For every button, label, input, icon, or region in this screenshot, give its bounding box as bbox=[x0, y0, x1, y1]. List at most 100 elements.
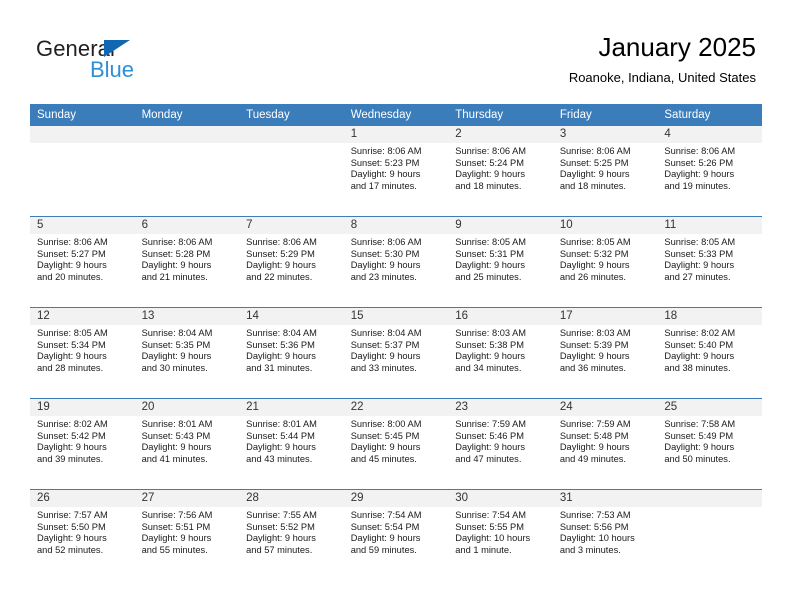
day-cell-content: 12 Sunrise: 8:05 AM Sunset: 5:34 PM Dayligh… bbox=[30, 308, 135, 398]
calendar-day-cell[interactable]: 17 Sunrise: 8:03 AM Sunset: 5:39 PM Dayligh… bbox=[552, 307, 658, 399]
sun-info-line: Daylight: 9 hours bbox=[664, 260, 735, 271]
sun-info-line: Sunset: 5:30 PM bbox=[350, 248, 420, 259]
calendar-day-cell[interactable]: 23 Sunrise: 7:59 AM Sunset: 5:46 PM Dayligh… bbox=[448, 398, 553, 490]
sun-info: Sunrise: 8:04 AM Sunset: 5:36 PM Daylight:… bbox=[239, 325, 344, 374]
calendar-empty-cell bbox=[30, 126, 135, 217]
day-number: 11 bbox=[657, 217, 762, 234]
calendar-day-cell[interactable]: 3 Sunrise: 8:06 AM Sunset: 5:25 PM Daylight… bbox=[552, 126, 658, 217]
sun-info-line: Sunset: 5:34 PM bbox=[37, 339, 106, 350]
calendar-day-cell[interactable]: 15 Sunrise: 8:04 AM Sunset: 5:37 PM Dayligh… bbox=[343, 307, 449, 399]
day-number: 18 bbox=[657, 308, 762, 325]
day-number bbox=[239, 126, 344, 143]
day-cell-content: 25 Sunrise: 7:58 AM Sunset: 5:49 PM Dayligh… bbox=[657, 399, 762, 489]
sun-info-line: Sunrise: 8:06 AM bbox=[350, 237, 422, 247]
calendar-day-cell[interactable]: 27 Sunrise: 7:56 AM Sunset: 5:51 PM Dayligh… bbox=[134, 489, 240, 580]
day-number: 3 bbox=[552, 126, 658, 143]
calendar-day-cell[interactable]: 11 Sunrise: 8:05 AM Sunset: 5:33 PM Dayligh… bbox=[657, 216, 762, 308]
calendar-day-cell[interactable]: 4 Sunrise: 8:06 AM Sunset: 5:26 PM Daylight… bbox=[657, 126, 762, 217]
calendar-day-cell[interactable]: 7 Sunrise: 8:06 AM Sunset: 5:29 PM Daylight… bbox=[239, 216, 344, 308]
calendar-day-cell[interactable]: 18 Sunrise: 8:02 AM Sunset: 5:40 PM Dayligh… bbox=[657, 307, 762, 399]
calendar-week-row: 12 Sunrise: 8:05 AM Sunset: 5:34 PM Dayligh… bbox=[30, 307, 762, 399]
sun-info-line: Daylight: 9 hours bbox=[455, 169, 526, 180]
calendar-day-cell[interactable]: 24 Sunrise: 7:59 AM Sunset: 5:48 PM Dayligh… bbox=[552, 398, 658, 490]
general-blue-logo[interactable]: General Blue bbox=[36, 36, 256, 92]
calendar-day-cell[interactable]: 19 Sunrise: 8:02 AM Sunset: 5:42 PM Dayligh… bbox=[30, 398, 135, 490]
sun-info: Sunrise: 8:03 AM Sunset: 5:39 PM Daylight:… bbox=[553, 325, 658, 374]
day-cell-content: 23 Sunrise: 7:59 AM Sunset: 5:46 PM Dayligh… bbox=[448, 399, 553, 489]
calendar-day-cell[interactable]: 29 Sunrise: 7:54 AM Sunset: 5:54 PM Dayligh… bbox=[343, 489, 449, 580]
calendar-day-cell[interactable]: 30 Sunrise: 7:54 AM Sunset: 5:55 PM Dayligh… bbox=[448, 489, 553, 580]
sun-info-line: Sunset: 5:26 PM bbox=[664, 157, 734, 168]
calendar-day-cell[interactable]: 6 Sunrise: 8:06 AM Sunset: 5:28 PM Daylight… bbox=[134, 216, 240, 308]
day-number: 5 bbox=[30, 217, 135, 234]
sun-info: Sunrise: 8:04 AM Sunset: 5:37 PM Daylight:… bbox=[344, 325, 449, 374]
calendar-day-cell[interactable]: 16 Sunrise: 8:03 AM Sunset: 5:38 PM Dayligh… bbox=[448, 307, 553, 399]
day-cell-content bbox=[239, 126, 344, 216]
day-number: 12 bbox=[30, 308, 135, 325]
calendar-day-cell[interactable]: 14 Sunrise: 8:04 AM Sunset: 5:36 PM Dayligh… bbox=[239, 307, 344, 399]
sun-info-line: Daylight: 9 hours bbox=[664, 351, 735, 362]
calendar-day-cell[interactable]: 21 Sunrise: 8:01 AM Sunset: 5:44 PM Dayligh… bbox=[239, 398, 344, 490]
day-cell-content: 10 Sunrise: 8:05 AM Sunset: 5:32 PM Dayligh… bbox=[552, 217, 658, 307]
sun-info-line: Daylight: 9 hours bbox=[246, 260, 316, 271]
weekday-header: Sunday Monday Tuesday Wednesday Thursday Frid… bbox=[30, 104, 762, 126]
sun-info-line: Daylight: 9 hours bbox=[350, 351, 421, 362]
calendar-day-cell[interactable]: 5 Sunrise: 8:06 AM Sunset: 5:27 PM Daylight… bbox=[30, 216, 135, 308]
sun-info-line: Sunset: 5:39 PM bbox=[559, 339, 629, 350]
sun-info-line: Sunrise: 8:06 AM bbox=[246, 237, 317, 247]
sun-info: Sunrise: 7:58 AM Sunset: 5:49 PM Daylight:… bbox=[657, 416, 762, 465]
sun-info-line: and 45 minutes. bbox=[350, 453, 417, 464]
sun-info-line: and 18 minutes. bbox=[455, 180, 522, 191]
calendar-day-cell[interactable]: 9 Sunrise: 8:05 AM Sunset: 5:31 PM Daylight… bbox=[448, 216, 553, 308]
day-number: 20 bbox=[134, 399, 240, 416]
calendar-day-cell[interactable]: 13 Sunrise: 8:04 AM Sunset: 5:35 PM Dayligh… bbox=[134, 307, 240, 399]
page-title: January 2025 bbox=[598, 32, 756, 62]
sun-info-line: Sunset: 5:54 PM bbox=[350, 521, 420, 532]
day-number: 31 bbox=[552, 490, 658, 507]
sun-info-line: Sunset: 5:24 PM bbox=[455, 157, 524, 168]
day-cell-content: 9 Sunrise: 8:05 AM Sunset: 5:31 PM Daylight… bbox=[448, 217, 553, 307]
day-number: 17 bbox=[552, 308, 658, 325]
day-number: 15 bbox=[343, 308, 449, 325]
calendar-day-cell[interactable]: 2 Sunrise: 8:06 AM Sunset: 5:24 PM Daylight… bbox=[448, 126, 553, 217]
calendar-day-cell[interactable]: 1 Sunrise: 8:06 AM Sunset: 5:23 PM Daylight… bbox=[343, 126, 449, 217]
calendar-day-cell[interactable]: 31 Sunrise: 7:53 AM Sunset: 5:56 PM Dayligh… bbox=[552, 489, 658, 580]
sun-info-line: Daylight: 9 hours bbox=[37, 442, 107, 453]
sun-info: Sunrise: 7:54 AM Sunset: 5:54 PM Daylight:… bbox=[344, 507, 449, 556]
sun-info-line: Sunset: 5:51 PM bbox=[141, 521, 211, 532]
sun-info-line: Sunrise: 8:04 AM bbox=[141, 328, 213, 338]
sun-info-line: Sunrise: 8:06 AM bbox=[37, 237, 108, 247]
calendar-body: 1 Sunrise: 8:06 AM Sunset: 5:23 PM Daylight… bbox=[30, 126, 762, 580]
calendar-header-row: Sunday Monday Tuesday Wednesday Thursday Frid… bbox=[30, 104, 762, 126]
sun-info: Sunrise: 7:59 AM Sunset: 5:48 PM Daylight:… bbox=[553, 416, 658, 465]
calendar-day-cell[interactable]: 20 Sunrise: 8:01 AM Sunset: 5:43 PM Dayligh… bbox=[134, 398, 240, 490]
calendar-day-cell[interactable]: 8 Sunrise: 8:06 AM Sunset: 5:30 PM Daylight… bbox=[343, 216, 449, 308]
calendar-day-cell[interactable]: 12 Sunrise: 8:05 AM Sunset: 5:34 PM Dayligh… bbox=[30, 307, 135, 399]
day-number bbox=[134, 126, 240, 143]
sun-info-line: and 36 minutes. bbox=[559, 362, 626, 373]
sun-info: Sunrise: 8:06 AM Sunset: 5:25 PM Daylight:… bbox=[553, 143, 658, 192]
sun-info-line: and 50 minutes. bbox=[664, 453, 731, 464]
day-cell-content: 28 Sunrise: 7:55 AM Sunset: 5:52 PM Dayligh… bbox=[239, 490, 344, 580]
calendar-week-row: 5 Sunrise: 8:06 AM Sunset: 5:27 PM Daylight… bbox=[30, 216, 762, 308]
sun-info: Sunrise: 7:56 AM Sunset: 5:51 PM Daylight:… bbox=[135, 507, 240, 556]
sun-info-line: Sunrise: 7:57 AM bbox=[37, 510, 108, 520]
sun-info-line: Sunrise: 8:06 AM bbox=[141, 237, 213, 247]
sun-info-line: and 25 minutes. bbox=[455, 271, 522, 282]
day-cell-content: 7 Sunrise: 8:06 AM Sunset: 5:29 PM Daylight… bbox=[239, 217, 344, 307]
sun-info-line: Sunset: 5:32 PM bbox=[559, 248, 629, 259]
sun-info-line: and 3 minutes. bbox=[559, 544, 621, 555]
day-number: 2 bbox=[448, 126, 553, 143]
sun-info-line: Daylight: 9 hours bbox=[37, 260, 107, 271]
calendar-day-cell[interactable]: 22 Sunrise: 8:00 AM Sunset: 5:45 PM Dayligh… bbox=[343, 398, 449, 490]
day-number: 26 bbox=[30, 490, 135, 507]
sun-info-line: and 38 minutes. bbox=[664, 362, 731, 373]
calendar-day-cell[interactable]: 28 Sunrise: 7:55 AM Sunset: 5:52 PM Dayligh… bbox=[239, 489, 344, 580]
calendar-day-cell[interactable]: 10 Sunrise: 8:05 AM Sunset: 5:32 PM Dayligh… bbox=[552, 216, 658, 308]
title-block: January 2025 Roanoke, Indiana, United St… bbox=[569, 30, 756, 88]
calendar-day-cell[interactable]: 25 Sunrise: 7:58 AM Sunset: 5:49 PM Dayligh… bbox=[657, 398, 762, 490]
sun-info-line: Sunrise: 7:55 AM bbox=[246, 510, 317, 520]
calendar-day-cell[interactable]: 26 Sunrise: 7:57 AM Sunset: 5:50 PM Dayligh… bbox=[30, 489, 135, 580]
day-cell-content: 30 Sunrise: 7:54 AM Sunset: 5:55 PM Dayligh… bbox=[448, 490, 553, 580]
sun-info-line: Daylight: 9 hours bbox=[559, 260, 630, 271]
